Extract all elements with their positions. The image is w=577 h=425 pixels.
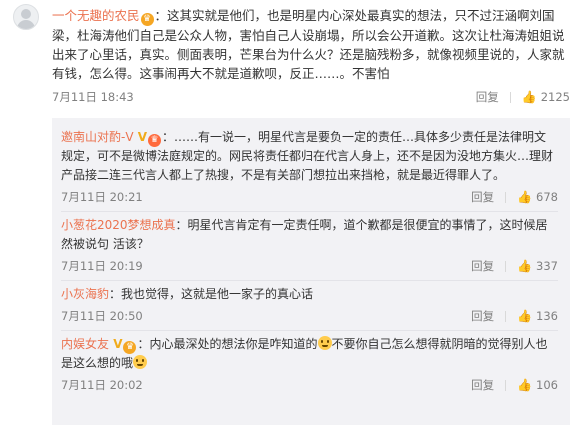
vip-badge-icon: ♛ <box>123 341 137 354</box>
reply-button[interactable]: 回复 <box>471 258 494 274</box>
reply-body: 小灰海豹：我也觉得，这就是他一家子的真心话 <box>61 285 558 304</box>
reply-meta: 7月11日 20:19 回复 👍 337 <box>61 258 558 278</box>
list-item: 内娱女友 V ♛ ：内心最深处的想法你是咋知道的 不要你自己怎么想得就阴暗的觉得别人也… <box>61 331 558 399</box>
reply-body: 邀南山对酌-V V ♛ ：……有一说一，明星代言是要负一定的责任…具体多少责任是法律… <box>61 128 558 185</box>
reply-meta: 7月11日 20:21 回复 👍 678 <box>61 189 558 209</box>
thumbs-up-icon[interactable]: 👍 <box>517 309 532 323</box>
reply-time: 7月11日 20:50 <box>61 309 143 323</box>
vip-badge-icon: ♛ <box>148 134 162 147</box>
divider <box>509 91 511 103</box>
reply-actions: 回复 👍 136 <box>471 308 558 324</box>
verified-v-icon: V <box>133 130 148 144</box>
divider <box>505 310 507 322</box>
emoji-icon <box>133 355 148 369</box>
reply-button[interactable]: 回复 <box>471 308 494 324</box>
reply-time: 7月11日 20:21 <box>61 190 143 204</box>
reply-meta: 7月11日 20:50 回复 👍 136 <box>61 308 558 328</box>
reply-actions: 回复 👍 106 <box>471 377 558 393</box>
like-count: 2125 <box>540 90 570 104</box>
comment-username[interactable]: 一个无趣的农民 <box>52 8 140 23</box>
comment-time: 7月11日 18:43 <box>52 90 134 104</box>
thumbs-up-icon[interactable]: 👍 <box>517 190 532 204</box>
reply-meta: 7月11日 20:02 回复 👍 106 <box>61 377 558 397</box>
reply-text: ：我也觉得，这就是他一家子的真心话 <box>109 287 314 301</box>
vip-badge-icon: ♛ <box>140 13 154 26</box>
thumbs-up-icon[interactable]: 👍 <box>522 90 537 104</box>
reply-username[interactable]: 内娱女友 <box>61 337 109 351</box>
main-comment: 一个无趣的农民 ♛ ：这其实就是他们，也是明星内心深处最真实的想法，只不过汪涵啊刘国… <box>52 6 570 107</box>
reply-button[interactable]: 回复 <box>471 377 494 393</box>
reply-body: 内娱女友 V ♛ ：内心最深处的想法你是咋知道的 不要你自己怎么想得就阴暗的觉得别人也… <box>61 335 558 373</box>
reply-time: 7月11日 20:02 <box>61 378 143 392</box>
reply-time: 7月11日 20:19 <box>61 259 143 273</box>
verified-v-icon: V <box>109 337 123 351</box>
reply-button[interactable]: 回复 <box>471 189 494 205</box>
divider <box>505 260 507 272</box>
like-count: 337 <box>536 259 558 273</box>
list-item: 邀南山对酌-V V ♛ ：……有一说一，明星代言是要负一定的责任…具体多少责任是法律… <box>61 124 558 212</box>
list-item: 小灰海豹：我也觉得，这就是他一家子的真心话 7月11日 20:50 回复 👍 1… <box>61 281 558 331</box>
reply-username[interactable]: 邀南山对酌-V <box>61 130 134 144</box>
reply-button[interactable]: 回复 <box>476 89 499 105</box>
thumbs-up-icon[interactable]: 👍 <box>517 259 532 273</box>
list-item: 小葱花2020梦想成真：明星代言肯定有一定责任啊，道个歉都是很便宜的事情了，这时… <box>61 212 558 281</box>
reply-actions: 回复 👍 678 <box>471 189 558 205</box>
comment-meta: 7月11日 18:43 回复 👍 2125 <box>52 89 570 107</box>
like-count: 136 <box>536 309 558 323</box>
divider <box>505 191 507 203</box>
reply-username[interactable]: 小葱花2020梦想成真 <box>61 218 176 232</box>
comment-body: 一个无趣的农民 ♛ ：这其实就是他们，也是明星内心深处最真实的想法，只不过汪涵啊刘国… <box>52 6 570 83</box>
reply-list: 邀南山对酌-V V ♛ ：……有一说一，明星代言是要负一定的责任…具体多少责任是法律… <box>52 118 570 425</box>
like-count: 106 <box>536 378 558 392</box>
emoji-icon <box>317 336 332 350</box>
reply-text: ：内心最深处的想法你是咋知道的 <box>137 337 318 351</box>
avatar[interactable] <box>13 4 39 30</box>
thumbs-up-icon[interactable]: 👍 <box>517 378 532 392</box>
divider <box>505 379 507 391</box>
reply-actions: 回复 👍 337 <box>471 258 558 274</box>
reply-body: 小葱花2020梦想成真：明星代言肯定有一定责任啊，道个歉都是很便宜的事情了，这时… <box>61 216 558 254</box>
like-count: 678 <box>536 190 558 204</box>
comment-actions: 回复 👍 2125 <box>476 89 570 105</box>
reply-username[interactable]: 小灰海豹 <box>61 287 109 301</box>
